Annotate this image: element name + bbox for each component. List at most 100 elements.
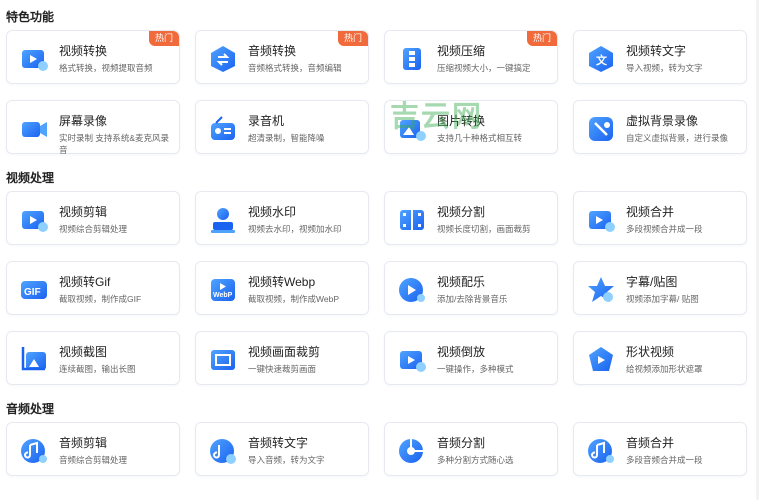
audio-edit-icon — [19, 436, 49, 466]
feature-card[interactable]: 音频剪辑音频综合剪辑处理 — [6, 422, 180, 476]
feature-card-title: 虚拟背景录像 — [626, 114, 699, 128]
feature-card-desc: 一键操作，多种模式 — [437, 364, 514, 374]
feature-card-desc: 视频添加字幕/ 贴图 — [626, 294, 699, 304]
feature-card[interactable]: 字幕/贴图视频添加字幕/ 贴图 — [573, 261, 747, 315]
feature-card-desc: 视频去水印，视频加水印 — [248, 224, 342, 234]
video-reverse-icon — [397, 345, 427, 375]
watermark: 吉云网 — [390, 101, 484, 133]
feature-card[interactable]: 视频配乐添加/去除背景音乐 — [384, 261, 558, 315]
feature-card-title: 音频分割 — [437, 436, 486, 450]
feature-card[interactable]: GIF 视频转Gif 截取视频，制作成GIF — [6, 261, 180, 315]
feature-card-desc: 连续截图，输出长图 — [59, 364, 136, 374]
feature-card-desc: 给视频添加形状遮罩 — [626, 364, 703, 374]
feature-card[interactable]: 视频水印视频去水印，视频加水印 — [195, 191, 369, 245]
video-edit-icon — [19, 205, 49, 235]
feature-card[interactable]: 形状视频给视频添加形状遮罩 — [573, 331, 747, 385]
feature-card[interactable]: 视频截图连续截图，输出长图 — [6, 331, 180, 385]
feature-card[interactable]: 视频倒放一键操作，多种模式 — [384, 331, 558, 385]
gif-icon: GIF — [19, 275, 49, 305]
video-crop-icon — [208, 345, 238, 375]
feature-card-title: 音频合并 — [626, 436, 675, 450]
feature-card-desc: 一键快速裁剪画面 — [248, 364, 317, 374]
feature-card-desc: 添加/去除背景音乐 — [437, 294, 508, 304]
feature-card-desc: 自定义虚拟背景，进行录像 — [626, 133, 729, 143]
feature-card-desc: 导入音频，转为文字 — [248, 455, 325, 465]
feature-card-desc: 压缩视频大小，一键搞定 — [437, 63, 531, 73]
svg-text:WebP: WebP — [213, 292, 233, 299]
webp-icon: WebP — [208, 275, 238, 305]
feature-card[interactable]: 视频剪辑视频综合剪辑处理 — [6, 191, 180, 245]
feature-card-desc: 导入视频，转为文字 — [626, 63, 703, 73]
feature-card[interactable]: 音频分割多种分割方式随心选 — [384, 422, 558, 476]
hot-badge: 热门 — [337, 31, 368, 46]
feature-card[interactable]: 虚拟背景录像自定义虚拟背景，进行录像 — [573, 100, 747, 154]
feature-card-title: 视频转换 — [59, 44, 108, 58]
feature-card-desc: 多段视频合并成一段 — [626, 224, 703, 234]
audio-merge-icon — [586, 436, 616, 466]
feature-card[interactable]: 音频转换音频格式转换，音频编辑 热门 — [195, 30, 369, 84]
feature-card-desc: 截取视频，制作成GIF — [59, 294, 142, 304]
feature-card[interactable]: WebP 视频转Webp 截取视频，制作成WebP — [195, 261, 369, 315]
svg-text:文: 文 — [596, 53, 608, 67]
feature-card-title: 视频转文字 — [626, 44, 687, 58]
feature-card-desc: 截取视频，制作成WebP — [248, 294, 339, 304]
feature-card-title: 形状视频 — [626, 345, 675, 359]
shape-video-icon — [586, 345, 616, 375]
feature-card-title: 视频画面裁剪 — [248, 345, 321, 359]
video-to-text-icon: 文 — [586, 44, 616, 74]
feature-card-title: 视频转Gif — [59, 275, 111, 289]
feature-card[interactable]: 视频转换格式转换，视频提取音频 热门 — [6, 30, 180, 84]
feature-card-title: 视频合并 — [626, 205, 675, 219]
feature-card-title: 字幕/贴图 — [626, 275, 678, 289]
feature-card[interactable]: 视频分割视频长度切割，画面裁剪 — [384, 191, 558, 245]
feature-card-desc: 音频格式转换，音频编辑 — [248, 63, 342, 73]
feature-card-desc: 超清录制，智能降噪 — [248, 133, 325, 143]
hot-badge: 热门 — [148, 31, 179, 46]
feature-card-title: 音频剪辑 — [59, 436, 108, 450]
feature-card-desc: 视频综合剪辑处理 — [59, 224, 128, 234]
audio-split-icon — [397, 436, 427, 466]
feature-card-title: 音频转换 — [248, 44, 297, 58]
section-title-audio: 音频处理 — [6, 402, 55, 416]
feature-card[interactable]: 音频合并多段音频合并成一段 — [573, 422, 747, 476]
feature-card[interactable]: 文 视频转文字导入视频，转为文字 — [573, 30, 747, 84]
section-title-video: 视频处理 — [6, 171, 55, 185]
video-convert-icon — [19, 44, 49, 74]
screen-record-icon — [19, 114, 49, 144]
video-music-icon — [397, 275, 427, 305]
feature-card-desc: 多种分割方式随心选 — [437, 455, 514, 465]
feature-card-title: 视频倒放 — [437, 345, 486, 359]
feature-card-title: 视频转Webp — [248, 275, 316, 289]
video-split-icon — [397, 205, 427, 235]
feature-card-title: 视频压缩 — [437, 44, 486, 58]
video-screenshot-icon — [19, 345, 49, 375]
virtual-bg-icon — [586, 114, 616, 144]
feature-card-desc: 多段音频合并成一段 — [626, 455, 703, 465]
audio-convert-icon — [208, 44, 238, 74]
feature-card-desc: 音频综合剪辑处理 — [59, 455, 128, 465]
feature-card-desc: 实时录制 支持系统&麦克风录音 — [59, 133, 170, 155]
video-merge-icon — [586, 205, 616, 235]
feature-card[interactable]: 屏幕录像实时录制 支持系统&麦克风录音 — [6, 100, 180, 155]
feature-card-title: 视频剪辑 — [59, 205, 108, 219]
feature-card-title: 视频分割 — [437, 205, 486, 219]
section-title-featured: 特色功能 — [6, 10, 55, 24]
video-watermark-icon — [208, 205, 238, 235]
feature-card[interactable]: 视频压缩压缩视频大小，一键搞定 热门 — [384, 30, 558, 84]
svg-text:GIF: GIF — [24, 287, 41, 298]
feature-card-title: 录音机 — [248, 114, 285, 128]
feature-card-title: 视频截图 — [59, 345, 108, 359]
feature-card[interactable]: 音频转文字 导入音频，转为文字 — [195, 422, 369, 476]
subtitle-sticker-icon — [586, 275, 616, 305]
feature-card-desc: 视频长度切割，画面裁剪 — [437, 224, 531, 234]
feature-card[interactable]: 视频画面裁剪一键快速裁剪画面 — [195, 331, 369, 385]
feature-card-desc: 格式转换，视频提取音频 — [59, 63, 153, 73]
feature-card-title: 屏幕录像 — [59, 114, 108, 128]
feature-card[interactable]: 录音机超清录制，智能降噪 — [195, 100, 369, 154]
recorder-icon — [208, 114, 238, 144]
hot-badge: 热门 — [526, 31, 557, 46]
feature-card-title: 视频配乐 — [437, 275, 486, 289]
feature-card-title: 视频水印 — [248, 205, 297, 219]
feature-card[interactable]: 视频合并多段视频合并成一段 — [573, 191, 747, 245]
video-compress-icon — [397, 44, 427, 74]
